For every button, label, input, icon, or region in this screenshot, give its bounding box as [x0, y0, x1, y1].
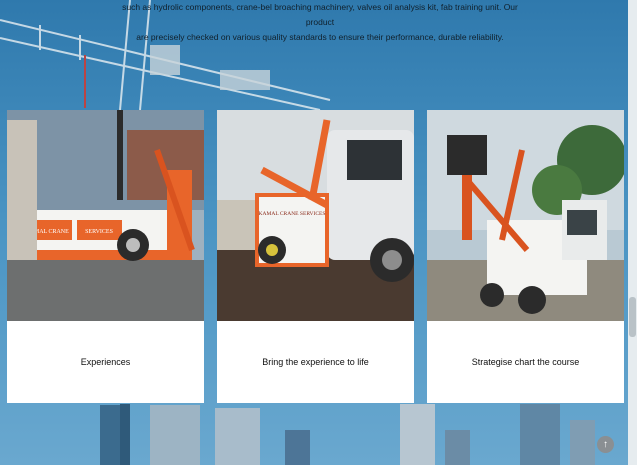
- service-card-experiences[interactable]: KAMAL CRANE SERVICES Experiences: [7, 110, 204, 403]
- service-card-strategise[interactable]: Strategise chart the course: [427, 110, 624, 403]
- scrollbar-thumb[interactable]: [629, 297, 636, 337]
- intro-line-2: are precisely checked on various quality…: [136, 32, 504, 42]
- truck-photo-3: [427, 110, 624, 321]
- intro-text: such as hydrolic components, crane-bel b…: [120, 0, 520, 45]
- card-caption: Experiences: [80, 357, 131, 367]
- page-scrollbar[interactable]: [628, 0, 637, 465]
- service-card-bring-experience[interactable]: KAMAL CRANE SERVICES Bring the experienc…: [217, 110, 414, 403]
- intro-line-1: such as hydrolic components, crane-bel b…: [122, 2, 518, 27]
- truck-photo-2: KAMAL CRANE SERVICES: [217, 110, 414, 321]
- arrow-up-icon: ↑: [603, 438, 608, 450]
- scroll-to-top-button[interactable]: ↑: [597, 436, 614, 453]
- truck-logo-text-2: SERVICES: [85, 229, 113, 235]
- truck-logo-text: KAMAL CRANE SERVICES: [259, 211, 326, 217]
- truck-photo-1: KAMAL CRANE SERVICES: [7, 110, 204, 321]
- card-caption: Strategise chart the course: [471, 357, 580, 367]
- card-caption: Bring the experience to life: [262, 357, 369, 367]
